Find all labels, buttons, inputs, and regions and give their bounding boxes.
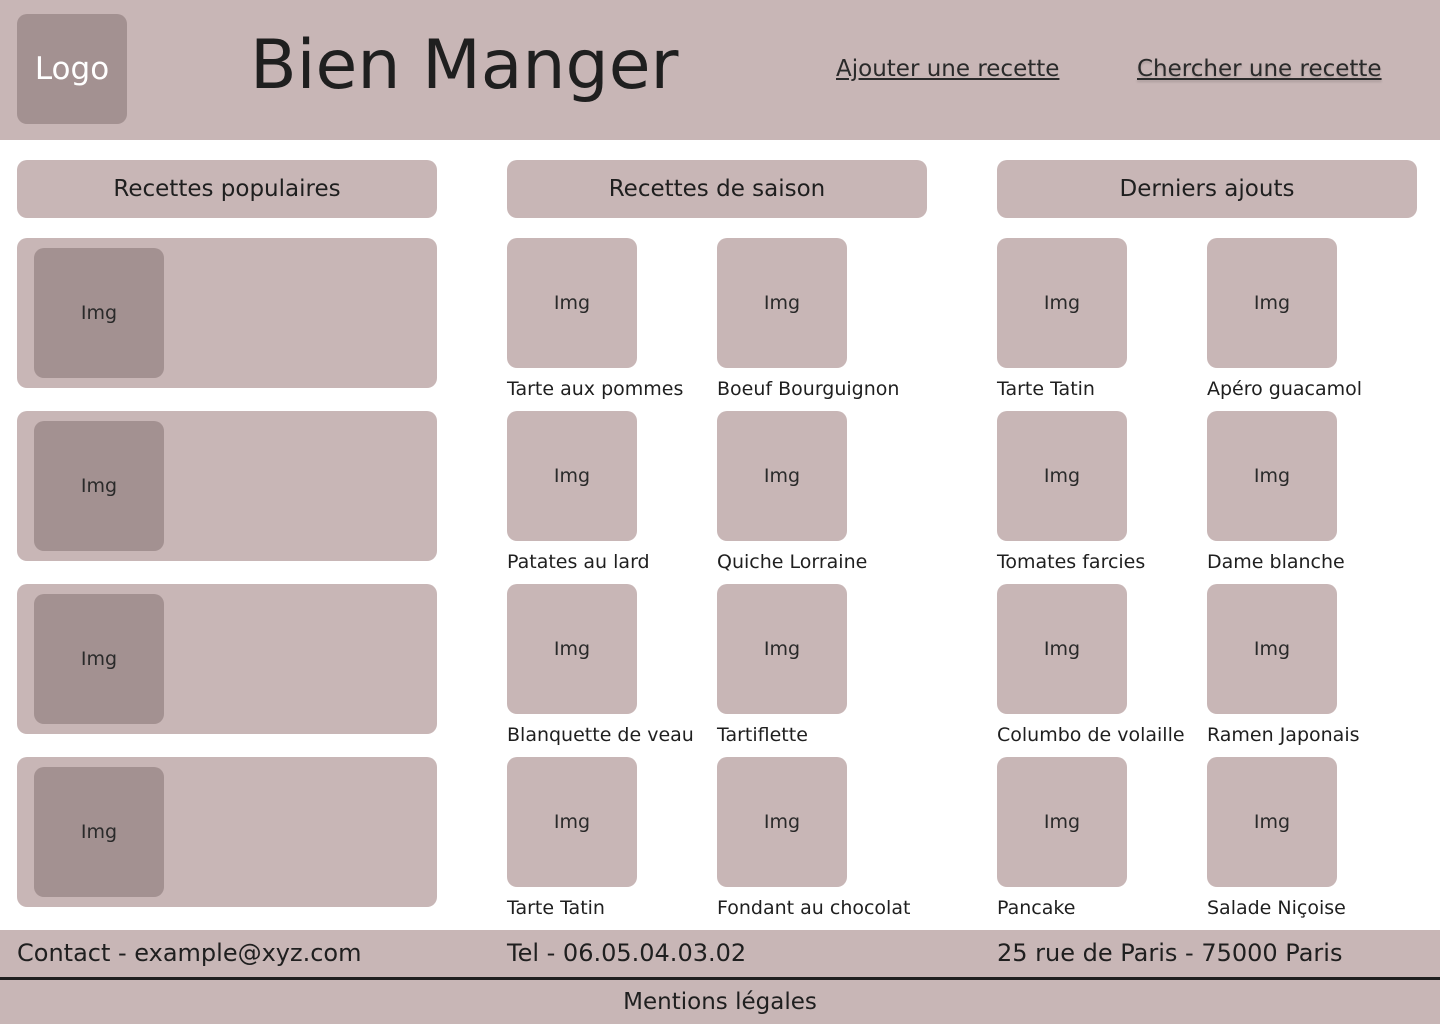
recipe-image-placeholder: Img: [997, 757, 1127, 887]
popular-recipe-card[interactable]: Img: [17, 238, 437, 388]
seasonal-recipe-tile[interactable]: Img Tartiflette: [717, 584, 917, 747]
footer-phone[interactable]: Tel - 06.05.04.03.02: [507, 939, 746, 968]
recipe-name: Tarte Tatin: [997, 378, 1095, 400]
recipe-name: Tarte aux pommes: [507, 378, 684, 400]
recipe-name: Columbo de volaille: [997, 724, 1185, 746]
recipe-image-placeholder: Img: [34, 594, 164, 724]
recipe-image-placeholder: Img: [717, 411, 847, 541]
recipe-name: Quiche Lorraine: [717, 551, 868, 573]
search-recipe-link[interactable]: Chercher une recette: [1137, 55, 1382, 85]
seasonal-recipe-tile[interactable]: Img Blanquette de veau: [507, 584, 707, 747]
recipe-image-placeholder: Img: [1207, 584, 1337, 714]
recipe-image-placeholder: Img: [507, 238, 637, 368]
popular-recipe-card[interactable]: Img: [17, 757, 437, 907]
recipe-name: Patates au lard: [507, 551, 650, 573]
site-title: Bien Manger: [250, 26, 679, 105]
latest-recipe-tile[interactable]: Img Apéro guacamol: [1207, 238, 1407, 401]
recipe-name: Blanquette de veau: [507, 724, 694, 746]
recipe-name: Tomates farcies: [997, 551, 1146, 573]
latest-recipe-tile[interactable]: Img Tarte Tatin: [997, 238, 1197, 401]
recipe-image-placeholder: Img: [997, 238, 1127, 368]
recipe-name: Fondant au chocolat: [717, 897, 911, 919]
seasonal-recipe-tile[interactable]: Img Quiche Lorraine: [717, 411, 917, 574]
recipe-name: Tarte Tatin: [507, 897, 605, 919]
recipe-image-placeholder: Img: [507, 411, 637, 541]
latest-recipe-tile[interactable]: Img Ramen Japonais: [1207, 584, 1407, 747]
popular-recipes-header: Recettes populaires: [17, 160, 437, 218]
legal-notice-link[interactable]: Mentions légales: [0, 980, 1440, 1024]
site-logo[interactable]: Logo: [17, 14, 127, 124]
recipe-image-placeholder: Img: [717, 757, 847, 887]
recipe-image-placeholder: Img: [1207, 757, 1337, 887]
latest-recipe-tile[interactable]: Img Pancake: [997, 757, 1197, 920]
recipe-name: Ramen Japonais: [1207, 724, 1360, 746]
recipe-image-placeholder: Img: [717, 238, 847, 368]
footer-contact-email[interactable]: Contact - example@xyz.com: [17, 939, 361, 968]
recipe-image-placeholder: Img: [717, 584, 847, 714]
popular-recipe-card[interactable]: Img: [17, 411, 437, 561]
recipe-name: Pancake: [997, 897, 1076, 919]
latest-recipe-tile[interactable]: Img Dame blanche: [1207, 411, 1407, 574]
recipe-image-placeholder: Img: [34, 248, 164, 378]
popular-recipe-card[interactable]: Img: [17, 584, 437, 734]
seasonal-recipe-tile[interactable]: Img Tarte Tatin: [507, 757, 707, 920]
recipe-image-placeholder: Img: [507, 584, 637, 714]
recipe-image-placeholder: Img: [997, 584, 1127, 714]
latest-recipe-tile[interactable]: Img Columbo de volaille: [997, 584, 1197, 747]
seasonal-recipe-tile[interactable]: Img Tarte aux pommes: [507, 238, 707, 401]
recipe-name: Apéro guacamol: [1207, 378, 1363, 400]
latest-additions-header: Derniers ajouts: [997, 160, 1417, 218]
seasonal-recipe-tile[interactable]: Img Boeuf Bourguignon: [717, 238, 917, 401]
recipe-image-placeholder: Img: [997, 411, 1127, 541]
footer-address: 25 rue de Paris - 75000 Paris: [997, 939, 1343, 967]
seasonal-recipe-tile[interactable]: Img Fondant au chocolat: [717, 757, 917, 920]
latest-recipe-tile[interactable]: Img Tomates farcies: [997, 411, 1197, 574]
site-footer: Contact - example@xyz.com Tel - 06.05.04…: [0, 930, 1440, 977]
add-recipe-link[interactable]: Ajouter une recette: [836, 55, 1059, 85]
recipe-name: Salade Niçoise: [1207, 897, 1346, 919]
recipe-image-placeholder: Img: [34, 421, 164, 551]
recipe-image-placeholder: Img: [34, 767, 164, 897]
site-header: Logo Bien Manger Ajouter une recette Che…: [0, 0, 1440, 140]
latest-recipe-tile[interactable]: Img Salade Niçoise: [1207, 757, 1407, 920]
recipe-image-placeholder: Img: [1207, 411, 1337, 541]
recipe-name: Boeuf Bourguignon: [717, 378, 900, 400]
seasonal-recipes-header: Recettes de saison: [507, 160, 927, 218]
recipe-name: Dame blanche: [1207, 551, 1345, 573]
recipe-name: Tartiflette: [717, 724, 808, 746]
recipe-image-placeholder: Img: [507, 757, 637, 887]
seasonal-recipe-tile[interactable]: Img Patates au lard: [507, 411, 707, 574]
recipe-image-placeholder: Img: [1207, 238, 1337, 368]
